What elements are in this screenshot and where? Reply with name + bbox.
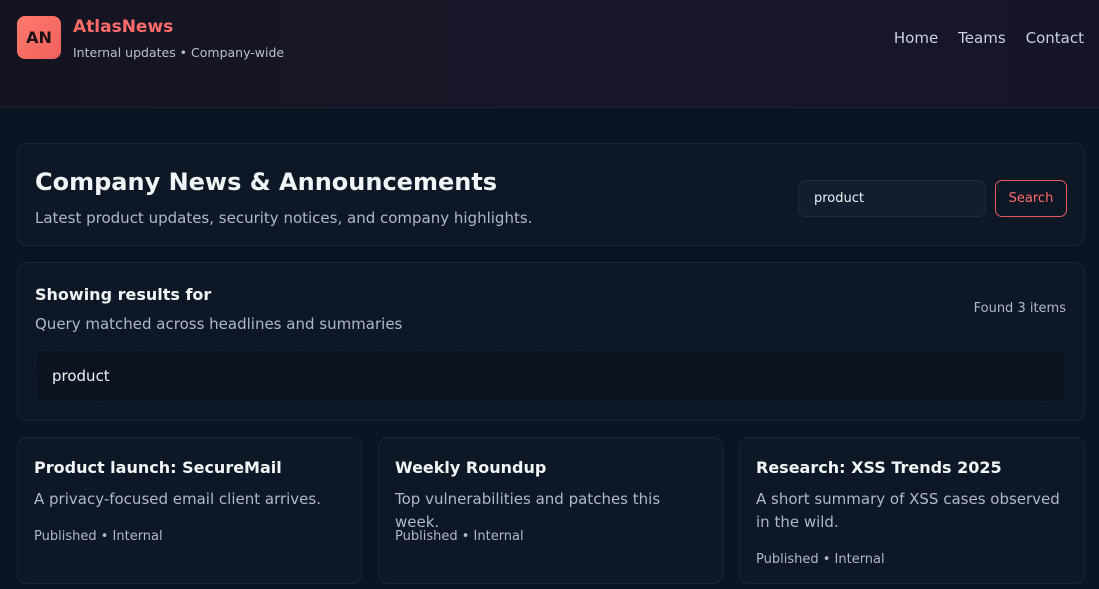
results-count: Found 3 items <box>973 301 1066 316</box>
news-meta: Published • Internal <box>34 529 163 544</box>
page-subtitle: Latest product updates, security notices… <box>35 209 533 227</box>
main-nav: Home Teams Contact <box>894 29 1084 47</box>
news-meta: Published • Internal <box>756 552 885 567</box>
news-card[interactable]: Weekly Roundup Top vulnerabilities and p… <box>378 437 723 584</box>
news-summary: A privacy-focused email client arrives. <box>34 490 321 508</box>
results-card: Showing results for Query matched across… <box>17 262 1085 421</box>
news-card[interactable]: Research: XSS Trends 2025 A short summar… <box>739 437 1085 584</box>
search-input[interactable] <box>798 180 986 217</box>
news-card[interactable]: Product launch: SecureMail A privacy-foc… <box>17 437 362 584</box>
brand-tagline: Internal updates • Company-wide <box>73 45 285 60</box>
query-display: product <box>35 350 1066 402</box>
results-subtitle: Query matched across headlines and summa… <box>35 315 403 333</box>
news-meta: Published • Internal <box>395 529 524 544</box>
news-title[interactable]: Product launch: SecureMail <box>34 458 282 477</box>
nav-link-home[interactable]: Home <box>894 29 938 47</box>
brand-logo[interactable]: AN <box>17 16 61 59</box>
page-title: Company News & Announcements <box>35 168 498 196</box>
results-heading: Showing results for <box>35 285 212 304</box>
brand-name[interactable]: AtlasNews <box>73 17 173 37</box>
hero-card: Company News & Announcements Latest prod… <box>17 143 1085 246</box>
news-title[interactable]: Research: XSS Trends 2025 <box>756 458 1002 477</box>
news-summary: A short summary of XSS cases observed in… <box>756 490 1060 531</box>
news-summary: Top vulnerabilities and patches this wee… <box>395 490 661 531</box>
news-title[interactable]: Weekly Roundup <box>395 458 546 477</box>
nav-link-contact[interactable]: Contact <box>1026 29 1084 47</box>
search-button[interactable]: Search <box>995 180 1067 217</box>
top-header: AN AtlasNews Internal updates • Company-… <box>0 0 1099 108</box>
nav-link-teams[interactable]: Teams <box>958 29 1005 47</box>
